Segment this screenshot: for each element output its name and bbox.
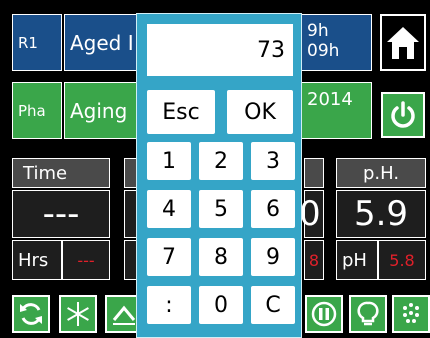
pause-button[interactable] (305, 295, 343, 333)
key-0-label: 0 (214, 292, 228, 318)
panel-partial-right-foot: 8 (304, 240, 324, 280)
key-8-label: 8 (214, 244, 228, 270)
key-4-label: 4 (162, 196, 176, 222)
esc-label: Esc (162, 99, 200, 125)
key-6-label: 6 (266, 196, 280, 222)
phase-name-cell[interactable]: Aging (64, 82, 144, 139)
ok-label: OK (244, 99, 276, 125)
key-8[interactable]: 8 (199, 238, 243, 276)
time-set-cell[interactable]: --- (62, 240, 110, 280)
panel-partial-right-body: 0 (299, 190, 324, 238)
bulb-button[interactable] (349, 295, 387, 333)
drops-icon (403, 303, 419, 323)
time-info-top: 9h (307, 21, 329, 41)
key-1-label: 1 (162, 148, 176, 174)
key-clear[interactable]: C (251, 286, 295, 324)
key-4[interactable]: 4 (147, 190, 191, 228)
ph-value-cell[interactable]: 5.9 (336, 190, 426, 238)
ph-value: 5.9 (353, 194, 409, 234)
key-6[interactable]: 6 (251, 190, 295, 228)
time-set: --- (77, 250, 95, 270)
key-5-label: 5 (214, 196, 228, 222)
keypad-display-value: 73 (257, 37, 285, 63)
room-name: Aged I (70, 30, 134, 55)
refresh-icon (20, 303, 42, 325)
phase-name: Aging (70, 98, 128, 123)
ph-unit-cell: pH (336, 240, 378, 280)
power-icon (391, 101, 415, 128)
key-colon[interactable]: : (147, 286, 191, 324)
key-9[interactable]: 9 (251, 238, 295, 276)
esc-button[interactable]: Esc (147, 90, 215, 134)
phase-label: Pha (18, 101, 46, 120)
keypad-display[interactable]: 73 (147, 24, 293, 76)
time-info-cell: 9h 09h (300, 14, 372, 71)
ok-button[interactable]: OK (227, 90, 293, 134)
key-3-label: 3 (266, 148, 280, 174)
room-name-cell[interactable]: Aged I (64, 14, 144, 71)
time-value: --- (42, 194, 80, 234)
date-text: 2014 (307, 89, 353, 110)
room-id-cell[interactable]: R1 (12, 14, 62, 71)
time-info-bottom: 09h (307, 41, 340, 61)
pause-icon (311, 301, 337, 327)
key-2-label: 2 (214, 148, 228, 174)
key-2[interactable]: 2 (199, 142, 243, 180)
ph-unit: pH (342, 249, 367, 271)
date-cell: 2014 (300, 82, 372, 139)
numeric-keypad: 73 Esc OK 1 2 3 4 5 6 7 8 9 : 0 C (136, 13, 302, 338)
heat-icon (112, 305, 136, 325)
home-button[interactable] (380, 14, 426, 71)
power-button[interactable] (381, 92, 425, 138)
time-value-cell[interactable]: --- (12, 190, 110, 238)
time-title: Time (12, 158, 110, 188)
snow-button[interactable] (59, 295, 97, 333)
partial-set: 8 (308, 250, 320, 270)
panel-partial-right (304, 158, 324, 188)
key-3[interactable]: 3 (251, 142, 295, 180)
key-1[interactable]: 1 (147, 142, 191, 180)
key-5[interactable]: 5 (199, 190, 243, 228)
refresh-button[interactable] (12, 295, 50, 333)
ph-set-cell[interactable]: 5.8 (378, 240, 426, 280)
key-colon-label: : (165, 292, 173, 318)
phase-label-cell[interactable]: Pha (12, 82, 62, 139)
drops-button[interactable] (392, 295, 430, 333)
time-unit-cell: Hrs (12, 240, 62, 280)
key-clear-label: C (265, 292, 281, 318)
key-9-label: 9 (266, 244, 280, 270)
snowflake-icon (67, 302, 89, 326)
key-7[interactable]: 7 (147, 238, 191, 276)
ph-set: 5.8 (389, 250, 415, 270)
room-id: R1 (18, 33, 38, 52)
ph-title-text: p.H. (362, 162, 400, 184)
ph-title: p.H. (336, 158, 426, 188)
home-icon (387, 26, 419, 59)
time-title-text: Time (23, 162, 68, 184)
key-7-label: 7 (162, 244, 176, 270)
bulb-icon (357, 301, 379, 326)
key-0[interactable]: 0 (199, 286, 243, 324)
time-unit: Hrs (18, 249, 49, 271)
partial-value: 0 (299, 194, 321, 234)
